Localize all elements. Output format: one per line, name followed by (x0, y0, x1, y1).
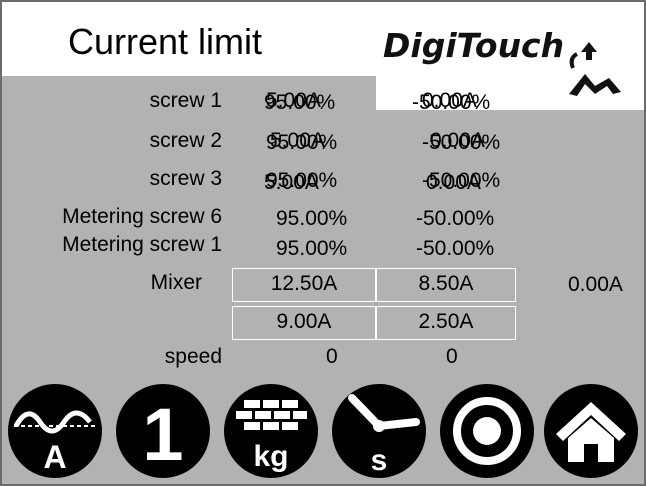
speed-value-1: 0 (326, 345, 338, 368)
logo-text: DigiTouch (383, 26, 565, 65)
mixer-extra-value: 0.00A (568, 273, 623, 296)
mixer-label: Mixer (150, 271, 202, 294)
speed-value-2: 0 (446, 345, 458, 368)
home-button[interactable] (542, 382, 640, 480)
svg-text:kg: kg (253, 440, 288, 473)
home-icon (544, 384, 638, 478)
target-icon (440, 384, 534, 478)
one-button[interactable]: 1 (114, 382, 212, 480)
row-label-metering-screw-1: Metering screw 1 (62, 233, 222, 256)
svg-text:A: A (43, 439, 66, 475)
row-value-2-metering-screw-1: -50.00% (416, 237, 495, 260)
weight-button[interactable]: kg (222, 382, 320, 480)
target-button[interactable] (438, 382, 536, 480)
speed-label: speed (164, 345, 222, 368)
row-overlay-1-screw-3: 5.00A (264, 171, 319, 194)
row-overlay-1-screw-1: 5.00A (266, 89, 321, 112)
row-overlay-1-screw-2: 5.00A (270, 129, 325, 152)
row-label-screw-2: screw 2 (149, 129, 222, 152)
row-overlay-2-screw-2: 0.00A (430, 129, 485, 152)
row-overlay-2-screw-1: 0.00A (422, 89, 477, 112)
number-one-icon: 1 (116, 384, 210, 478)
current-button[interactable]: A (6, 382, 104, 480)
row-value-1-metering-screw-1: 95.00% (276, 237, 348, 260)
svg-text:s: s (371, 444, 388, 477)
row-label-screw-1: screw 1 (149, 89, 222, 112)
row-value-2-metering-screw-6: -50.00% (416, 207, 495, 230)
mixer-cell-4[interactable]: 2.50A (376, 306, 516, 340)
row-overlay-2-screw-3: 0.00A (426, 171, 481, 194)
screen-frame: Current limit DigiTouch screw 1 95.00% 5… (0, 0, 646, 486)
page-title: Current limit (68, 21, 263, 62)
mixer-cell-3[interactable]: 9.00A (232, 306, 376, 340)
svg-text:1: 1 (142, 393, 183, 476)
mixer-cell-2[interactable]: 8.50A (376, 268, 516, 302)
clock-icon: s (332, 384, 426, 478)
row-label-screw-3: screw 3 (149, 167, 222, 190)
kg-bricks-icon: kg (224, 384, 318, 478)
mixer-cell-1[interactable]: 12.50A (232, 268, 376, 302)
logo-hand-icon (569, 42, 621, 96)
row-value-1-metering-screw-6: 95.00% (276, 207, 348, 230)
time-button[interactable]: s (330, 382, 428, 480)
row-label-metering-screw-6: Metering screw 6 (62, 205, 222, 228)
sine-wave-icon: A (8, 384, 102, 478)
